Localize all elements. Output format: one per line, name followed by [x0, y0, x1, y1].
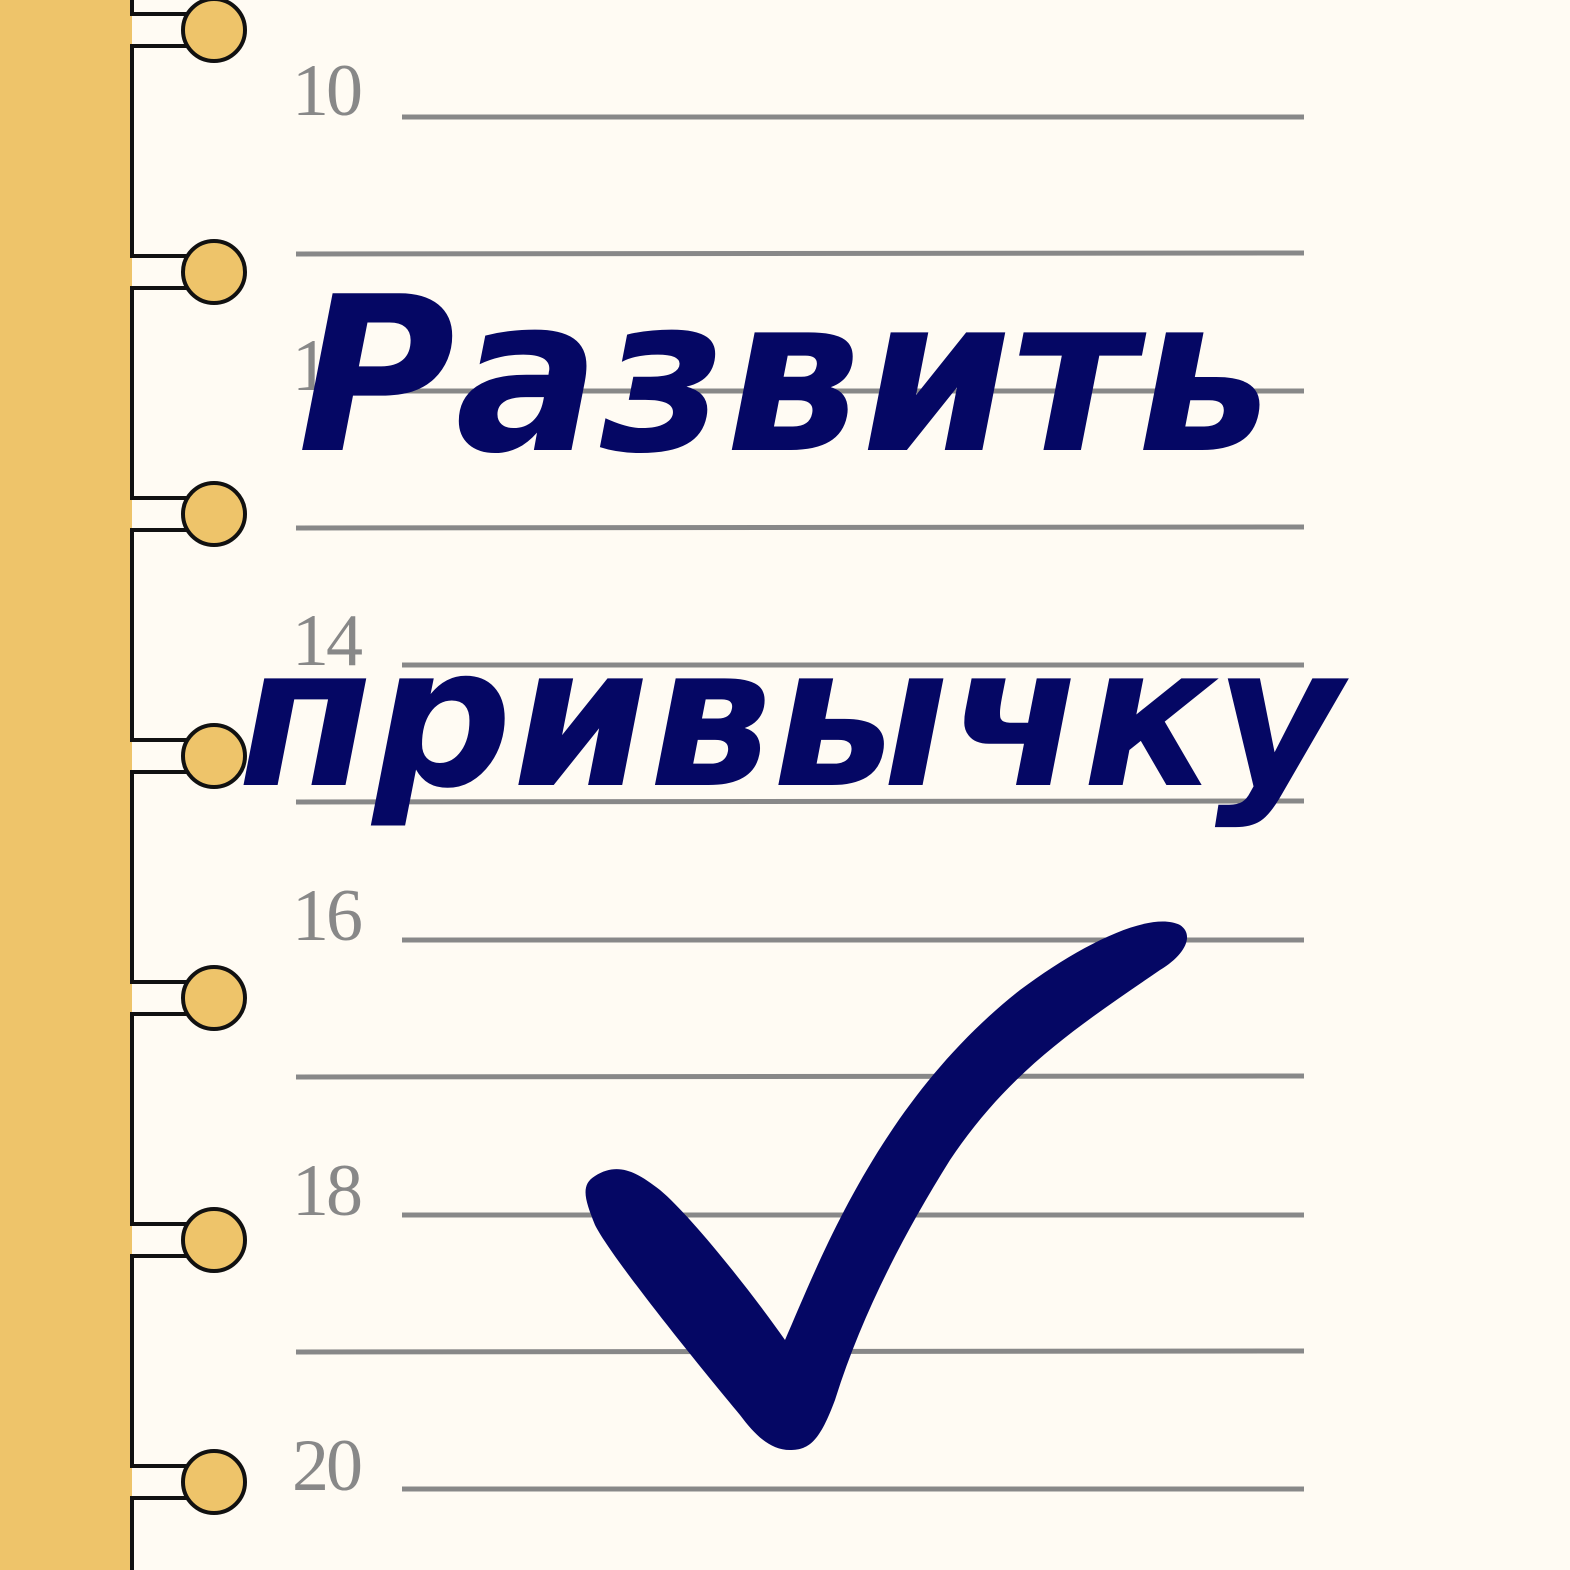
half-hour-rule-line [295, 524, 1305, 531]
title-line-1: Развить [297, 250, 1273, 501]
hour-label-20: 20 [292, 1425, 363, 1507]
hour-label-10: 10 [292, 50, 363, 132]
binder-bracket [130, 1496, 187, 1570]
binder-ring-icon [130, 0, 247, 63]
hour-label-18: 18 [292, 1150, 363, 1232]
half-hour-rule-line [295, 1073, 1305, 1080]
binder-ring-icon [130, 44, 247, 305]
hour-label-16: 16 [292, 875, 363, 957]
checkmark-icon [585, 921, 1188, 1450]
binder-ring-icon [130, 1012, 247, 1273]
title-line-2: привычку [237, 604, 1343, 831]
binder-ring-icon [130, 1254, 247, 1515]
